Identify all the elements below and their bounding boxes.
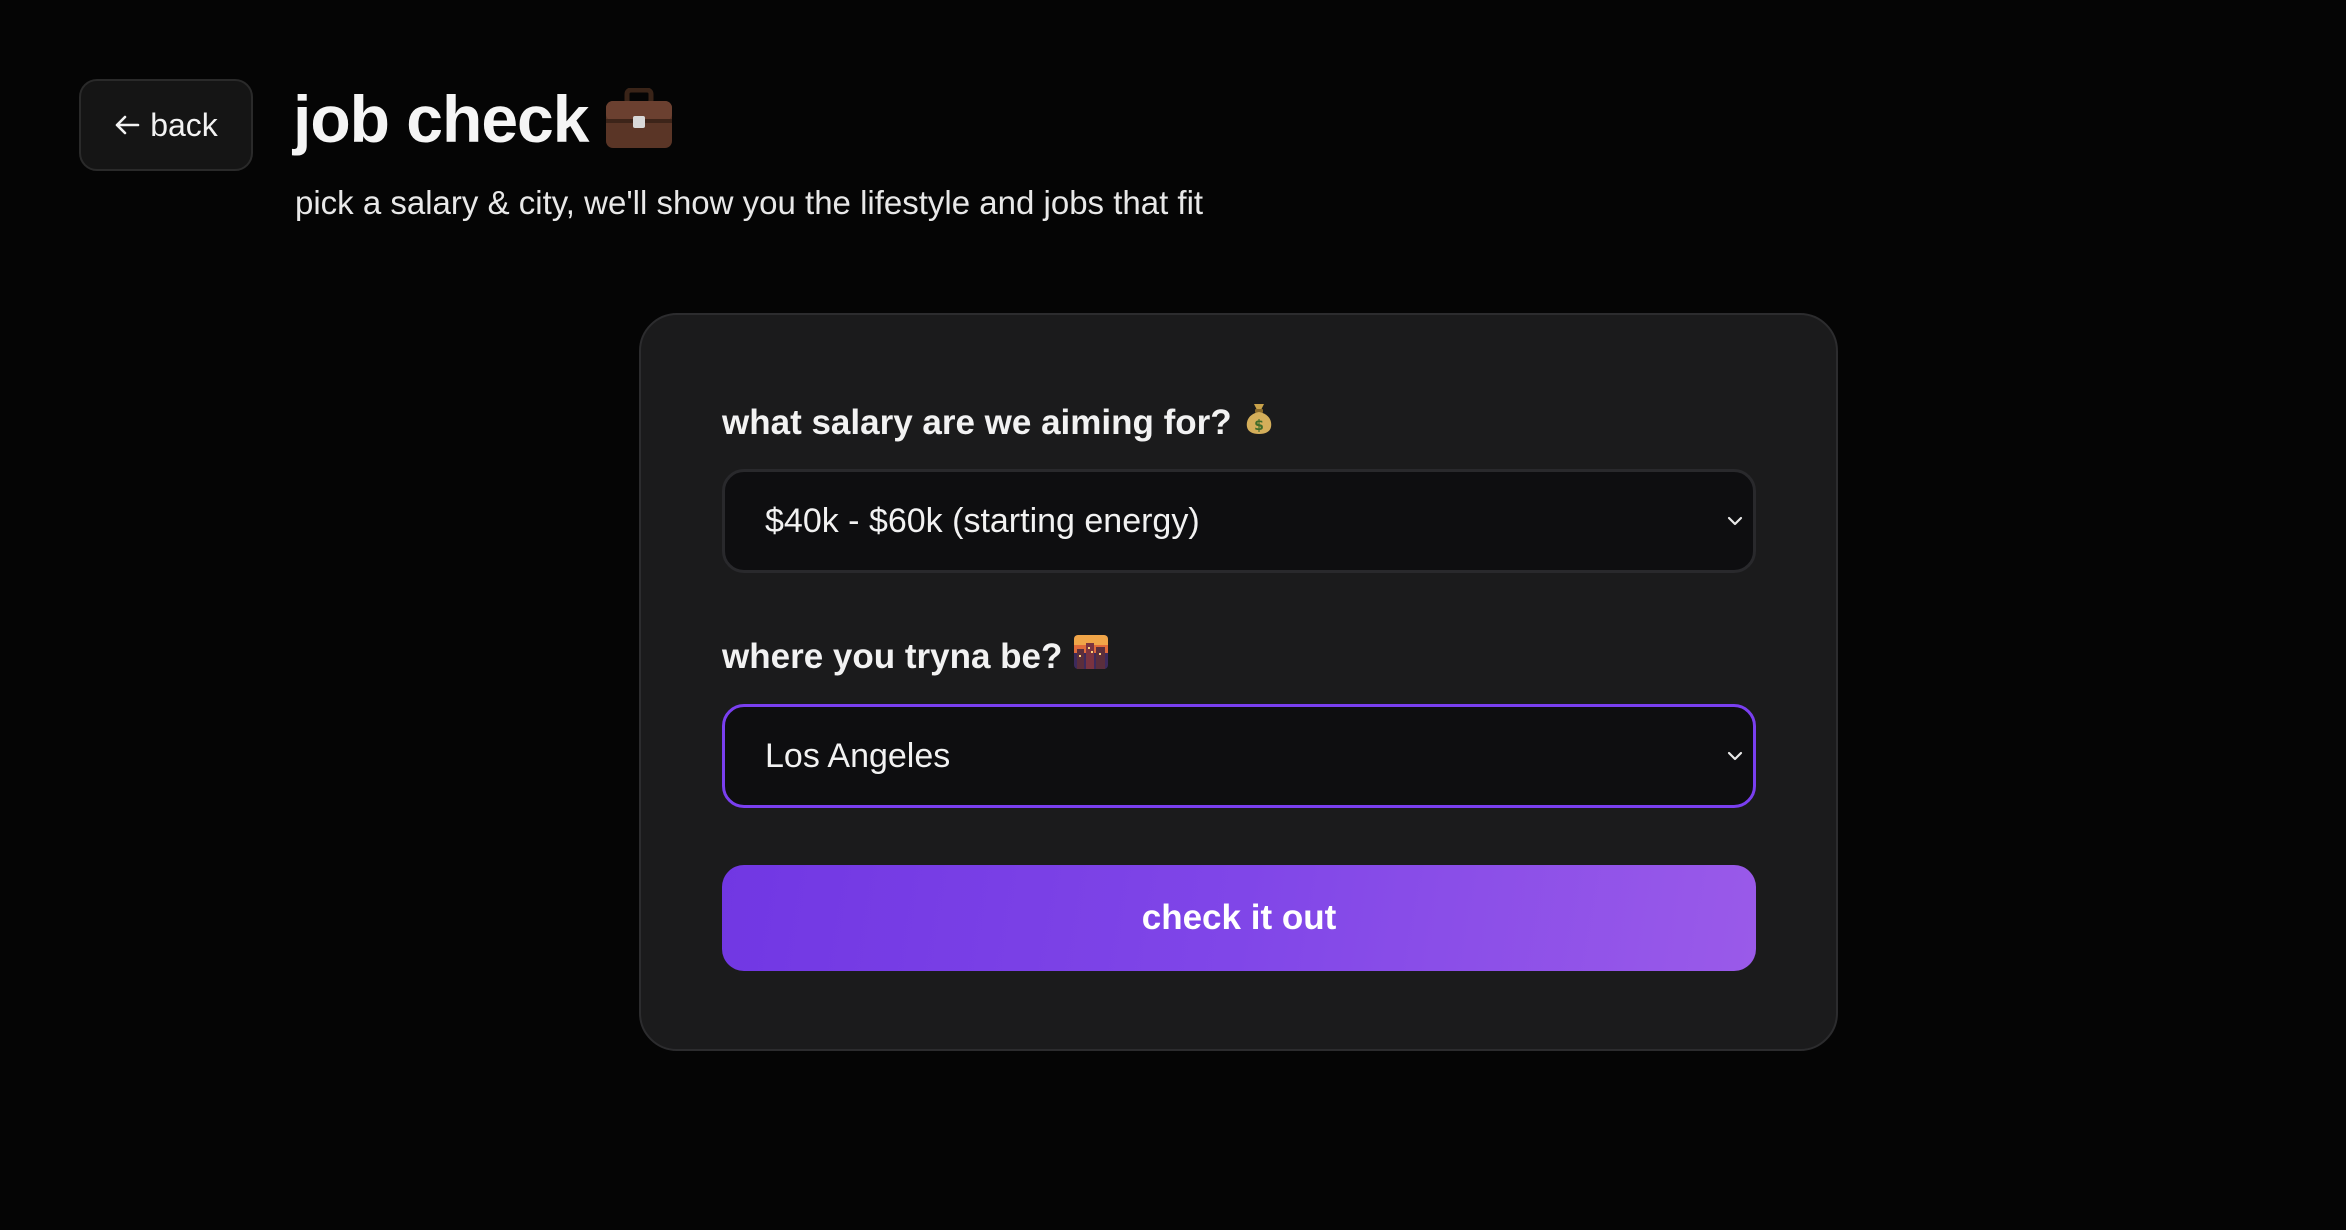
back-button[interactable]: back bbox=[79, 79, 253, 171]
cityscape-icon bbox=[1074, 635, 1109, 678]
job-check-form: what salary are we aiming for? $ $40k - … bbox=[639, 313, 1838, 1051]
page-subtitle: pick a salary & city, we'll show you the… bbox=[295, 184, 1204, 221]
money-bag-icon: $ bbox=[1244, 401, 1274, 444]
arrow-left-icon bbox=[114, 114, 140, 136]
chevron-down-icon bbox=[1725, 749, 1745, 763]
page-header: job check bbox=[293, 86, 674, 152]
check-it-out-label: check it out bbox=[1141, 898, 1337, 937]
salary-label: what salary are we aiming for? $ bbox=[722, 401, 1274, 444]
city-label-text: where you tryna be? bbox=[722, 636, 1063, 676]
job-check-page: back job check pick a salary & city, we'… bbox=[0, 0, 2346, 1230]
city-label: where you tryna be? bbox=[722, 635, 1109, 678]
salary-select[interactable]: $40k - $60k (starting energy) bbox=[722, 469, 1756, 573]
page-title: job check bbox=[293, 82, 589, 156]
salary-label-text: what salary are we aiming for? bbox=[722, 402, 1232, 442]
chevron-down-icon bbox=[1725, 514, 1745, 528]
city-select-value: Los Angeles bbox=[765, 736, 951, 775]
salary-select-value: $40k - $60k (starting energy) bbox=[765, 501, 1200, 540]
check-it-out-button[interactable]: check it out bbox=[722, 865, 1756, 971]
back-label: back bbox=[150, 106, 218, 143]
svg-text:$: $ bbox=[1254, 418, 1264, 434]
briefcase-icon bbox=[604, 88, 674, 150]
city-select[interactable]: Los Angeles bbox=[722, 704, 1756, 808]
